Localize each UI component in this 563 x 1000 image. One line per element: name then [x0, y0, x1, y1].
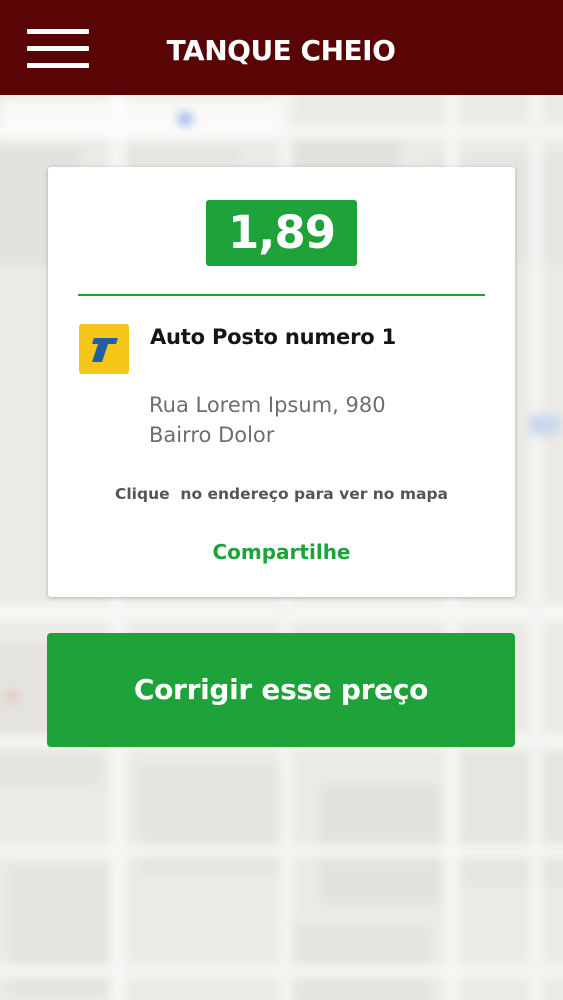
correct-price-button[interactable]: Corrigir esse preço [47, 633, 515, 747]
app-title: TANQUE CHEIO [166, 34, 396, 67]
price-badge: 1,89 [206, 200, 357, 266]
menu-line [27, 63, 89, 68]
hamburger-menu-icon[interactable] [27, 29, 89, 69]
app-header: TANQUE CHEIO [0, 0, 563, 95]
ipiranga-logo-icon [79, 324, 129, 374]
share-link[interactable]: Compartilhe [48, 537, 515, 567]
divider [78, 294, 485, 296]
address-line: Bairro Dolor [149, 423, 275, 447]
menu-line [27, 29, 89, 34]
station-card: 1,89 Auto Posto numero 1 Rua Lorem Ipsum… [48, 167, 515, 597]
map-hint-text: Clique no endereço para ver no mapa [114, 485, 448, 503]
menu-line [27, 46, 89, 51]
station-name: Auto Posto numero 1 [150, 325, 397, 349]
address-line: Rua Lorem Ipsum, 980 [149, 393, 386, 417]
station-address[interactable]: Rua Lorem Ipsum, 980 Bairro Dolor [149, 390, 479, 450]
